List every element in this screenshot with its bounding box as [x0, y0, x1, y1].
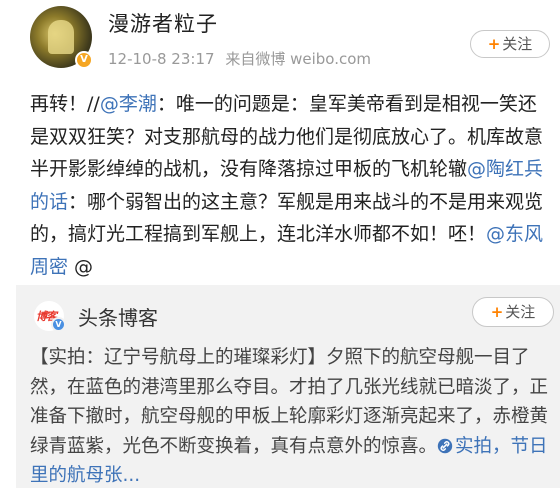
post-header: V 漫游者粒子 12-10-8 23:17 来自微博 weibo.com + 关注	[0, 0, 560, 80]
post-text-part: ：哪个弱智出的这主意？军舰是用来战斗的不是用来观览的，搞灯光工程搞到军舰上，连北…	[30, 190, 544, 246]
plus-icon: +	[490, 303, 504, 321]
link-icon	[437, 438, 453, 453]
retweet-card[interactable]: 博客 V 头条博客 + 关注 【实拍：辽宁号航母上的璀璨彩灯】夕照下的航空母舰一目…	[16, 285, 560, 488]
mention-link[interactable]: @李潮	[100, 93, 157, 115]
post-source[interactable]: 来自微博 weibo.com	[225, 50, 371, 68]
post-text-part: @	[68, 255, 94, 278]
author-name[interactable]: 漫游者粒子	[108, 8, 218, 38]
avatar-figure	[48, 20, 74, 54]
verified-badge-icon: V	[75, 51, 93, 69]
plus-icon: +	[487, 35, 501, 53]
retweet-verified-icon: V	[51, 317, 66, 332]
retweet-author-name[interactable]: 头条博客	[78, 302, 158, 331]
retweet-follow-label: 关注	[505, 303, 536, 321]
post-body: 再转！//@李潮：唯一的问题是：皇军美帝看到是相视一笑还是双双狂笑？对支那航母的…	[30, 88, 550, 283]
post-meta: 12-10-8 23:17 来自微博 weibo.com	[108, 48, 377, 69]
retweet-follow-button[interactable]: + 关注	[472, 297, 554, 327]
follow-label: 关注	[502, 35, 533, 53]
post-text-part: 再转！//	[30, 93, 100, 115]
post-timestamp: 12-10-8 23:17	[108, 50, 215, 68]
follow-button[interactable]: + 关注	[470, 30, 550, 58]
retweet-body: 【实拍：辽宁号航母上的璀璨彩灯】夕照下的航空母舰一目了然，在蓝色的港湾里那么夺目…	[30, 343, 552, 488]
